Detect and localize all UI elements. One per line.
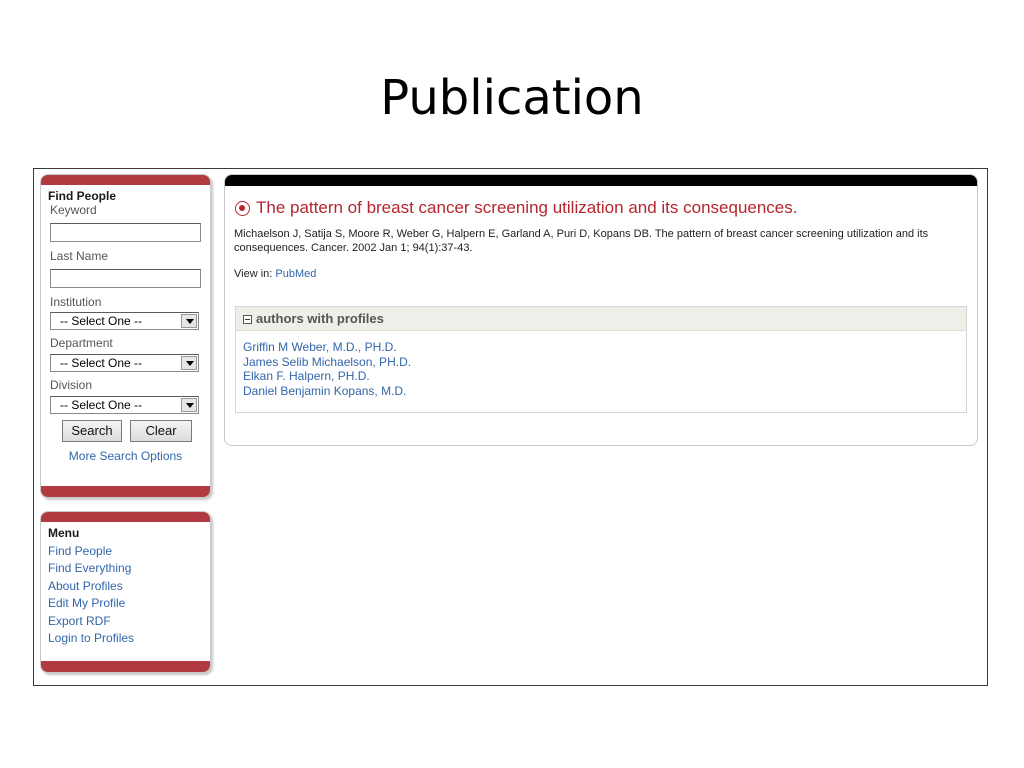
publication-title: The pattern of breast cancer screening u… — [256, 198, 798, 217]
division-selected-value: -- Select One -- — [60, 398, 143, 412]
authors-with-profiles-box: authors with profiles Griffin M Weber, M… — [235, 306, 967, 413]
panel-header-bar — [41, 175, 210, 185]
author-list: Griffin M Weber, M.D., PH.D. James Selib… — [236, 331, 966, 398]
author-link[interactable]: Daniel Benjamin Kopans, M.D. — [243, 384, 406, 398]
last-name-input[interactable] — [50, 269, 201, 288]
menu-item: Login to Profiles — [48, 630, 210, 647]
chevron-down-icon — [181, 356, 197, 370]
author-link[interactable]: Elkan F. Halpern, PH.D. — [243, 369, 370, 383]
list-item: Griffin M Weber, M.D., PH.D. — [243, 340, 966, 355]
menu-item: Find Everything — [48, 560, 210, 577]
panel-footer-bar — [41, 661, 210, 672]
institution-select[interactable]: -- Select One -- — [50, 312, 199, 330]
menu-panel: Menu Find People Find Everything About P… — [40, 511, 211, 673]
find-people-title: Find People — [48, 189, 117, 203]
browser-screenshot-frame: Find People Keyword Last Name Institutio… — [33, 168, 988, 686]
view-in-row: View in: PubMed — [234, 268, 977, 280]
slide-title: Publication — [380, 70, 644, 126]
authors-header-title: authors with profiles — [256, 311, 384, 326]
search-button[interactable]: Search — [62, 420, 122, 442]
panel-footer-bar — [41, 486, 210, 497]
menu-item: Edit My Profile — [48, 595, 210, 612]
publication-content: The pattern of breast cancer screening u… — [224, 174, 978, 446]
find-people-panel: Find People Keyword Last Name Institutio… — [40, 174, 211, 498]
keyword-label: Keyword — [50, 203, 97, 217]
pubmed-link[interactable]: PubMed — [275, 268, 316, 280]
radio-bullet-icon — [235, 201, 250, 216]
department-select[interactable]: -- Select One -- — [50, 354, 199, 372]
publication-title-row: The pattern of breast cancer screening u… — [235, 197, 977, 219]
department-label: Department — [50, 336, 113, 350]
menu-list: Find People Find Everything About Profil… — [41, 539, 210, 647]
list-item: James Selib Michaelson, PH.D. — [243, 355, 966, 370]
chevron-down-icon — [181, 398, 197, 412]
author-link[interactable]: Griffin M Weber, M.D., PH.D. — [243, 340, 397, 354]
institution-selected-value: -- Select One -- — [60, 314, 143, 328]
menu-item-export-rdf[interactable]: Export RDF — [48, 614, 111, 628]
chevron-down-icon — [181, 314, 197, 328]
division-select[interactable]: -- Select One -- — [50, 396, 199, 414]
menu-item: Find People — [48, 543, 210, 560]
menu-item-find-everything[interactable]: Find Everything — [48, 561, 131, 575]
content-header-bar — [225, 175, 977, 186]
institution-label: Institution — [50, 295, 102, 309]
keyword-input[interactable] — [50, 223, 201, 242]
view-in-label: View in: — [234, 268, 273, 280]
more-search-options-link[interactable]: More Search Options — [41, 449, 210, 463]
list-item: Daniel Benjamin Kopans, M.D. — [243, 384, 966, 399]
authors-header[interactable]: authors with profiles — [236, 307, 966, 331]
menu-item: About Profiles — [48, 578, 210, 595]
menu-item-find-people[interactable]: Find People — [48, 544, 112, 558]
menu-title: Menu — [48, 526, 80, 540]
collapse-minus-icon[interactable] — [243, 315, 252, 324]
author-link[interactable]: James Selib Michaelson, PH.D. — [243, 355, 411, 369]
list-item: Elkan F. Halpern, PH.D. — [243, 369, 966, 384]
department-selected-value: -- Select One -- — [60, 356, 143, 370]
clear-button[interactable]: Clear — [130, 420, 192, 442]
last-name-label: Last Name — [50, 249, 109, 263]
division-label: Division — [50, 378, 93, 392]
publication-citation: Michaelson J, Satija S, Moore R, Weber G… — [234, 228, 929, 254]
menu-item: Export RDF — [48, 613, 210, 630]
menu-item-edit-my-profile[interactable]: Edit My Profile — [48, 596, 125, 610]
menu-item-login-to-profiles[interactable]: Login to Profiles — [48, 631, 134, 645]
search-button-row: Search Clear — [62, 420, 210, 442]
menu-item-about-profiles[interactable]: About Profiles — [48, 579, 123, 593]
panel-header-bar — [41, 512, 210, 522]
